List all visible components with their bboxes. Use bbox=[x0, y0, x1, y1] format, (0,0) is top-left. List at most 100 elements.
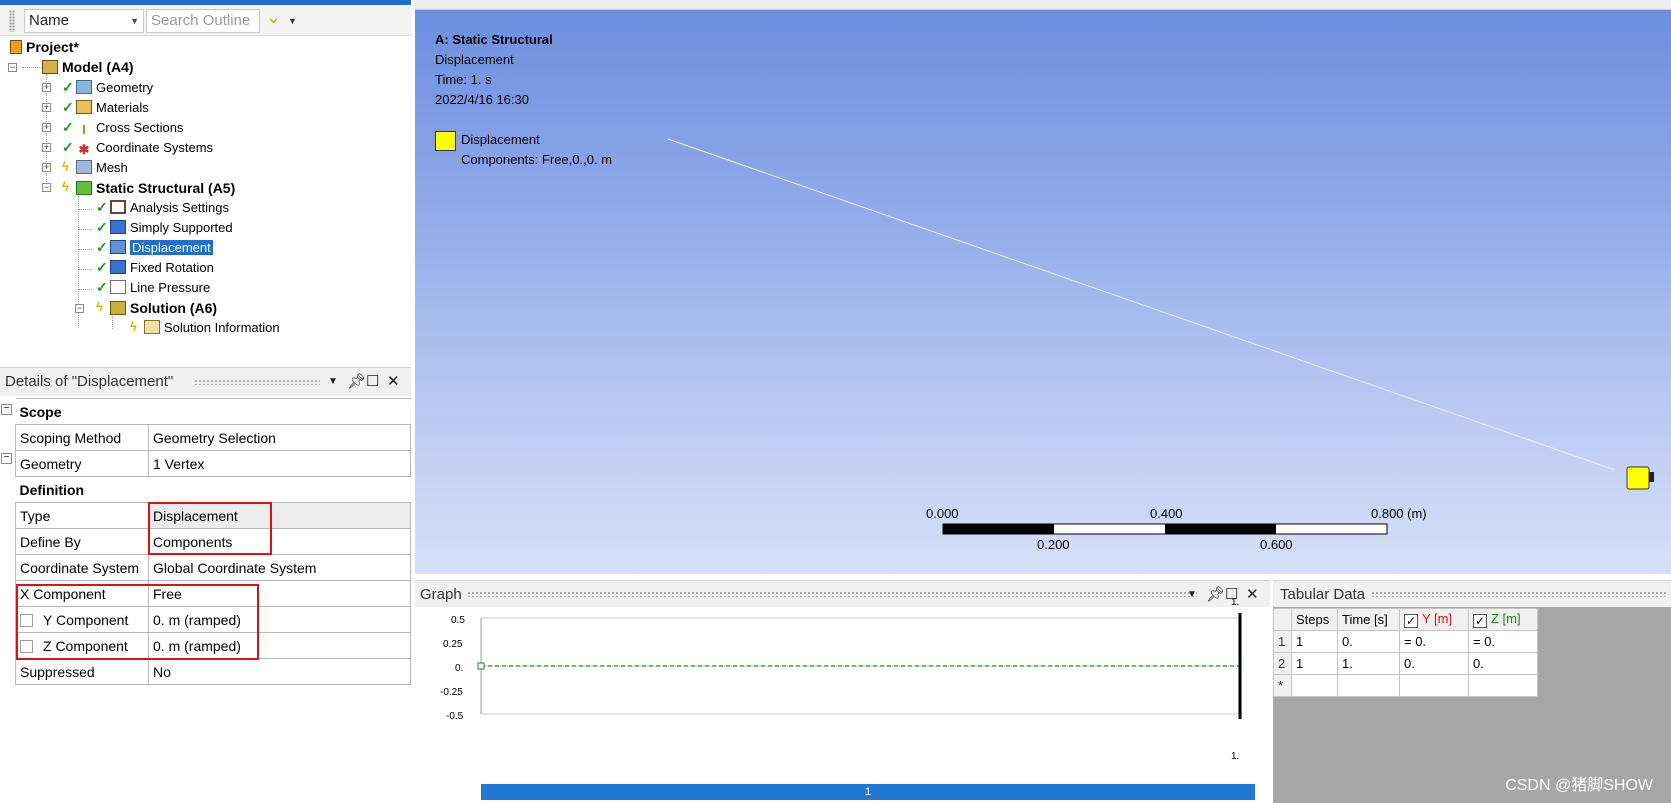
table-new-row[interactable]: * bbox=[1273, 674, 1538, 697]
detail-value[interactable]: 1 Vertex bbox=[148, 450, 411, 477]
group-definition[interactable]: Definition bbox=[15, 476, 411, 503]
displacement-icon bbox=[110, 240, 126, 254]
y-tick-label: 0.25 bbox=[443, 639, 463, 650]
tree-item-static-structural[interactable]: Static Structural (A5) bbox=[76, 178, 235, 198]
detail-value[interactable]: Global Coordinate System bbox=[148, 554, 411, 581]
lightning-icon: ϟ bbox=[62, 179, 69, 194]
detail-value[interactable]: No bbox=[148, 658, 411, 685]
row-header[interactable]: * bbox=[1273, 674, 1292, 697]
tabular-data-panel: Tabular Data Steps Time [s] ✓ Y [m] ✓ Z [m… bbox=[1273, 580, 1671, 803]
search-outline-input[interactable]: Search Outline bbox=[146, 9, 260, 33]
detail-key: Geometry bbox=[15, 450, 149, 477]
table-row[interactable]: 2 1 1. 0. 0. bbox=[1273, 652, 1538, 675]
outline-toolbar: Name ▼ Search Outline ⌄ ▼ bbox=[0, 6, 411, 36]
tree-item-displacement[interactable]: Displacement bbox=[110, 238, 213, 258]
tree-item-coordinate-systems[interactable]: ✱ Coordinate Systems bbox=[76, 138, 214, 158]
table-cell[interactable]: = 0. bbox=[1399, 630, 1469, 653]
outline-title-bar bbox=[0, 0, 411, 5]
table-cell[interactable]: 1 bbox=[1291, 630, 1338, 653]
tree-label: Analysis Settings bbox=[130, 200, 229, 215]
pin-icon[interactable]: 📌︎ bbox=[347, 372, 366, 390]
table-cell[interactable] bbox=[1399, 674, 1469, 697]
column-header-y[interactable]: ✓ Y [m] bbox=[1399, 608, 1469, 631]
table-cell[interactable] bbox=[1468, 674, 1538, 697]
check-icon: ✓ bbox=[96, 199, 108, 215]
pin-icon[interactable]: 📌︎ bbox=[1206, 585, 1225, 603]
tree-item-solution-information[interactable]: Solution Information bbox=[144, 318, 280, 338]
collapse-model-icon[interactable]: − bbox=[8, 63, 17, 72]
table-cell[interactable]: 0. bbox=[1337, 630, 1400, 653]
dropdown-icon[interactable]: ▼ bbox=[1187, 589, 1197, 600]
panel-grip[interactable] bbox=[1371, 591, 1667, 597]
column-header-z[interactable]: ✓ Z [m] bbox=[1468, 608, 1538, 631]
table-cell[interactable]: 1 bbox=[1291, 652, 1338, 675]
toolbar-grip[interactable] bbox=[9, 10, 15, 32]
checkbox-checked-icon[interactable]: ✓ bbox=[1404, 614, 1418, 628]
expand-geometry-icon[interactable]: + bbox=[42, 83, 51, 92]
collapse-scope-icon[interactable]: − bbox=[1, 404, 12, 415]
expand-coordinate-systems-icon[interactable]: + bbox=[42, 143, 51, 152]
detail-row[interactable]: Suppressed No bbox=[15, 658, 411, 685]
time-step-bar[interactable]: 1 bbox=[481, 784, 1255, 800]
tree-connector bbox=[22, 67, 42, 68]
tree-item-solution[interactable]: Solution (A6) bbox=[110, 298, 217, 318]
row-header[interactable]: 2 bbox=[1273, 652, 1292, 675]
tree-item-geometry[interactable]: Geometry bbox=[76, 78, 153, 98]
close-icon[interactable]: ✕ bbox=[1246, 585, 1259, 603]
tree-item-fixed-rotation[interactable]: Fixed Rotation bbox=[110, 258, 214, 278]
column-header[interactable]: Time [s] bbox=[1337, 608, 1400, 631]
table-cell[interactable]: 0. bbox=[1468, 652, 1538, 675]
column-header[interactable]: Steps bbox=[1291, 608, 1338, 631]
row-header[interactable]: 1 bbox=[1273, 630, 1292, 653]
highlight-box bbox=[148, 502, 272, 555]
detail-row[interactable]: Coordinate System Global Coordinate Syste… bbox=[15, 554, 411, 581]
detail-value[interactable]: Geometry Selection bbox=[148, 424, 411, 451]
expand-mesh-icon[interactable]: + bbox=[42, 163, 51, 172]
close-icon[interactable]: ✕ bbox=[387, 372, 400, 390]
dropdown-arrow-icon[interactable]: ▼ bbox=[288, 16, 297, 26]
tree-label: Static Structural (A5) bbox=[96, 180, 236, 196]
scale-label: 0.600 bbox=[1260, 537, 1293, 552]
table-cell[interactable]: 1. bbox=[1337, 652, 1400, 675]
table-cell[interactable]: = 0. bbox=[1468, 630, 1538, 653]
y-tick-label: 0. bbox=[455, 663, 464, 674]
tree-item-cross-sections[interactable]: I Cross Sections bbox=[76, 118, 183, 138]
tree-item-line-pressure[interactable]: Line Pressure bbox=[110, 278, 210, 298]
expand-materials-icon[interactable]: + bbox=[42, 103, 51, 112]
checkbox-checked-icon[interactable]: ✓ bbox=[1473, 614, 1487, 628]
graph-plot[interactable] bbox=[415, 607, 1270, 782]
tree-item-analysis-settings[interactable]: Analysis Settings bbox=[110, 198, 229, 218]
detail-row[interactable]: Geometry 1 Vertex bbox=[15, 450, 411, 477]
check-icon: ✓ bbox=[96, 259, 108, 275]
tree-item-simply-supported[interactable]: Simply Supported bbox=[110, 218, 233, 238]
maximize-icon[interactable]: ☐ bbox=[366, 372, 379, 390]
name-filter-combo[interactable]: Name ▼ bbox=[24, 9, 144, 33]
tree-item-materials[interactable]: Materials bbox=[76, 98, 149, 118]
collapse-solution-icon[interactable]: − bbox=[75, 304, 84, 313]
group-scope[interactable]: Scope bbox=[15, 398, 411, 425]
table-row[interactable]: 1 1 0. = 0. = 0. bbox=[1273, 630, 1538, 653]
panel-grip[interactable] bbox=[467, 591, 1197, 597]
lightning-icon: ϟ bbox=[96, 299, 103, 314]
tree-item-mesh[interactable]: Mesh bbox=[76, 158, 128, 178]
table-cell[interactable]: 0. bbox=[1399, 652, 1469, 675]
table-cell[interactable] bbox=[1337, 674, 1400, 697]
tabular-header: Tabular Data bbox=[1273, 581, 1671, 607]
check-icon: ✓ bbox=[96, 219, 108, 235]
panel-grip[interactable] bbox=[194, 379, 320, 385]
collapse-static-structural-icon[interactable]: − bbox=[42, 183, 51, 192]
tree-label: Line Pressure bbox=[130, 280, 211, 295]
graphics-viewport[interactable]: A: Static Structural Displacement Time: … bbox=[415, 0, 1671, 574]
name-filter-value: Name bbox=[29, 12, 70, 29]
dropdown-icon[interactable]: ▼ bbox=[328, 376, 338, 387]
expand-cross-sections-icon[interactable]: + bbox=[42, 123, 51, 132]
tree-label: Mesh bbox=[96, 160, 128, 175]
detail-row[interactable]: Scoping Method Geometry Selection bbox=[15, 424, 411, 451]
check-icon: ✓ bbox=[62, 99, 74, 115]
table-cell[interactable] bbox=[1291, 674, 1338, 697]
tree-item-project[interactable]: Project* bbox=[10, 37, 79, 57]
collapse-definition-icon[interactable]: − bbox=[1, 453, 12, 464]
tree-item-model[interactable]: Model (A4) bbox=[42, 57, 134, 77]
tabular-title: Tabular Data bbox=[1280, 586, 1366, 603]
filter-chevron-icon[interactable]: ⌄ bbox=[266, 7, 281, 28]
